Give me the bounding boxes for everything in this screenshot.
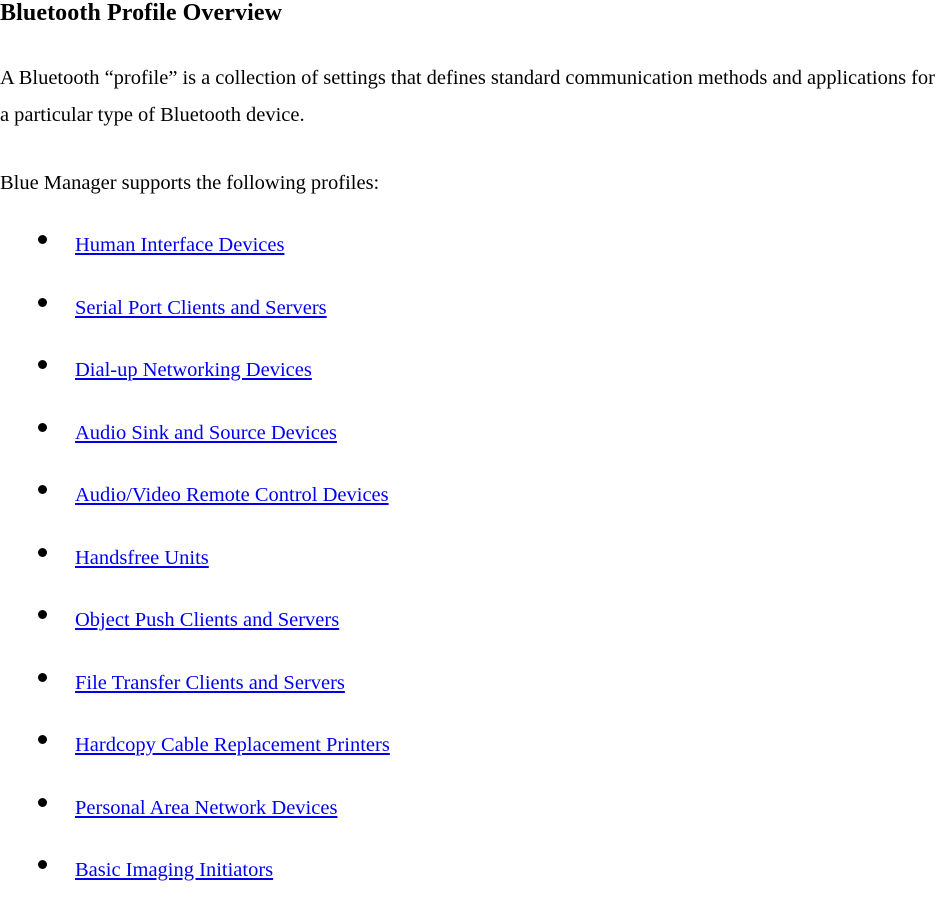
profile-link[interactable]: Human Interface Devices [75,232,284,258]
bullet-icon [38,235,47,244]
bullet-icon [38,297,47,307]
profile-link[interactable]: Object Push Clients and Servers [75,607,339,633]
list-item: Human Interface Devices [0,232,939,295]
profile-link[interactable]: Audio/Video Remote Control Devices [75,482,389,508]
list-item: File Transfer Clients and Servers [0,670,939,733]
profile-link[interactable]: File Transfer Clients and Servers [75,670,345,696]
list-item: Serial Port Clients and Servers [0,295,939,358]
profile-link[interactable]: Audio Sink and Source Devices [75,420,337,446]
list-item: Object Push Clients and Servers [0,607,939,670]
profile-link[interactable]: Hardcopy Cable Replacement Printers [75,732,390,758]
list-item: Personal Area Network Devices [0,795,939,858]
bullet-icon [38,547,47,557]
bullet-icon [38,485,47,494]
bullet-icon [38,610,47,619]
profile-link[interactable]: Serial Port Clients and Servers [75,295,327,321]
supported-profiles-list: Human Interface Devices Serial Port Clien… [0,232,939,920]
document-page: Bluetooth Profile Overview A Bluetooth “… [0,0,939,887]
list-lead-in-paragraph: Blue Manager supports the following prof… [0,172,380,194]
list-item: Audio/Video Remote Control Devices [0,482,939,545]
bullet-icon [38,360,47,369]
bullet-icon [38,860,47,869]
bullet-icon [38,672,47,682]
bullet-icon [38,735,47,744]
list-item: Audio Sink and Source Devices [0,420,939,483]
profile-link[interactable]: Personal Area Network Devices [75,795,337,821]
bullet-icon [38,422,47,432]
list-item: Basic Imaging Initiators [0,857,939,920]
profile-link[interactable]: Handsfree Units [75,545,209,571]
list-item: Hardcopy Cable Replacement Printers [0,732,939,795]
intro-paragraph: A Bluetooth “profile” is a collection of… [0,67,936,126]
profile-link[interactable]: Basic Imaging Initiators [75,857,273,883]
page-title: Bluetooth Profile Overview [0,0,283,26]
list-item: Dial-up Networking Devices [0,357,939,420]
list-item: Handsfree Units [0,545,939,608]
bullet-icon [38,797,47,807]
profile-link[interactable]: Dial-up Networking Devices [75,357,312,383]
